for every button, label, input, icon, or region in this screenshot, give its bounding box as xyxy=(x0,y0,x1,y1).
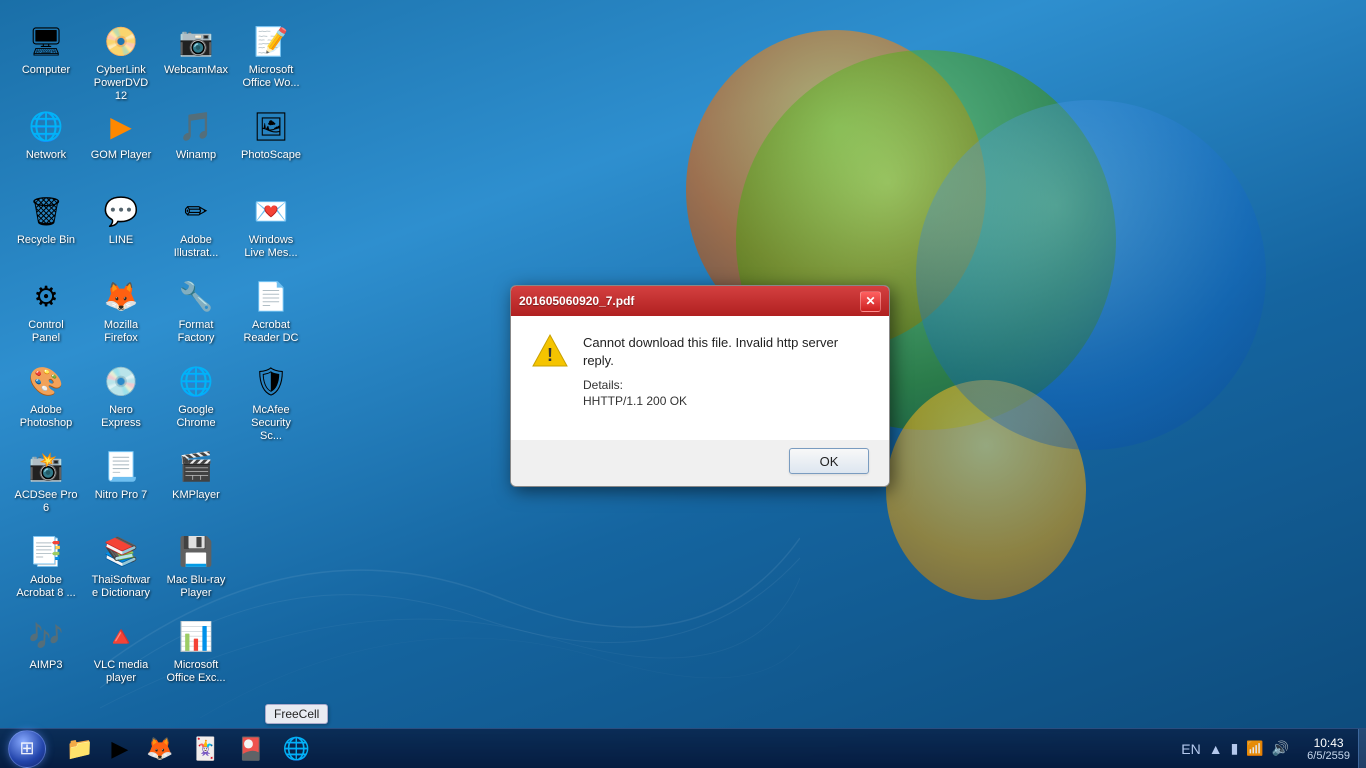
desktop-icon-photoscape[interactable]: 🖼 PhotoScape xyxy=(235,100,307,185)
taskbar-clock[interactable]: 10:43 6/5/2559 xyxy=(1299,729,1358,768)
taskbar: 📁 ▶ 🦊 🃏 🎴 🌐 EN ▲ ▮ 📶 🔊 10:43 6/5/2559 xyxy=(0,728,1366,768)
desktop-icon-controlpanel[interactable]: ⚙ Control Panel xyxy=(10,270,82,355)
desktop-icon-nero[interactable]: 💿 Nero Express xyxy=(85,355,157,440)
desktop-icon-mcafee[interactable]: 🛡 McAfee Security Sc... xyxy=(235,355,307,440)
svg-text:!: ! xyxy=(547,345,553,365)
desktop-icon-macbluray[interactable]: 💾 Mac Blu-ray Player xyxy=(160,525,232,610)
dialog-footer: OK xyxy=(511,440,889,486)
show-desktop-button[interactable] xyxy=(1358,729,1366,768)
desktop-icon-thaisoftware[interactable]: 📚 ThaiSoftware Dictionary xyxy=(85,525,157,610)
dialog-content: ! Cannot download this file. Invalid htt… xyxy=(531,334,869,408)
dialog-body: ! Cannot download this file. Invalid htt… xyxy=(511,316,889,440)
dialog-title: 201605060920_7.pdf xyxy=(519,294,860,308)
tray-language[interactable]: EN xyxy=(1179,741,1202,757)
desktop-icon-cyberlink[interactable]: 📀 CyberLink PowerDVD 12 xyxy=(85,15,157,100)
dialog-close-button[interactable]: ✕ xyxy=(860,291,881,312)
taskbar-system-tray: EN ▲ ▮ 📶 🔊 xyxy=(1171,729,1299,768)
desktop-icon-windowslive[interactable]: 💌 Windows Live Mes... xyxy=(235,185,307,270)
dialog-titlebar: 201605060920_7.pdf ✕ xyxy=(511,286,889,316)
dialog-details-value: HHTTP/1.1 200 OK xyxy=(583,394,869,408)
clock-date: 6/5/2559 xyxy=(1307,750,1350,762)
taskbar-solitaire-button[interactable]: 🎴 xyxy=(229,732,272,766)
desktop-icon-msoffice[interactable]: 📝 Microsoft Office Wo... xyxy=(235,15,307,100)
dialog-ok-button[interactable]: OK xyxy=(789,448,869,474)
desktop-icon-msofficeexcel[interactable]: 📊 Microsoft Office Exc... xyxy=(160,610,232,695)
desktop-icon-grid: 🖥 Computer 📀 CyberLink PowerDVD 12 📷 Web… xyxy=(5,10,315,768)
start-button[interactable] xyxy=(0,729,54,768)
desktop-icon-line[interactable]: 💬 LINE xyxy=(85,185,157,270)
desktop-icon-recycle[interactable]: 🗑 Recycle Bin xyxy=(10,185,82,270)
clock-time: 10:43 xyxy=(1314,736,1344,750)
desktop-icon-nitropro[interactable]: 📃 Nitro Pro 7 xyxy=(85,440,157,525)
dialog-message: Cannot download this file. Invalid http … xyxy=(583,334,869,408)
warning-triangle-svg: ! xyxy=(531,332,569,370)
taskbar-freecell-button[interactable]: 🃏 xyxy=(184,732,227,766)
tray-speaker-icon[interactable]: 🔊 xyxy=(1270,740,1291,757)
tray-battery-icon: ▮ xyxy=(1229,740,1241,757)
taskbar-pinned-icons: 📁 ▶ 🦊 🃏 🎴 🌐 xyxy=(54,732,318,766)
tray-signal-icon: 📶 xyxy=(1244,740,1265,757)
desktop-icon-computer[interactable]: 🖥 Computer xyxy=(10,15,82,100)
desktop-icon-vlc[interactable]: 🔺 VLC media player xyxy=(85,610,157,695)
desktop-icon-network[interactable]: 🌐 Network xyxy=(10,100,82,185)
desktop-icon-kmplayer[interactable]: 🎬 KMPlayer xyxy=(160,440,232,525)
desktop-icon-adobeacrobat[interactable]: 📑 Adobe Acrobat 8 ... xyxy=(10,525,82,610)
start-orb[interactable] xyxy=(8,730,46,768)
desktop-icon-formatfactory[interactable]: 🔧 Format Factory xyxy=(160,270,232,355)
error-dialog[interactable]: 201605060920_7.pdf ✕ ! Cannot downl xyxy=(510,285,890,487)
desktop-icon-gomplayer[interactable]: ▶ GOM Player xyxy=(85,100,157,185)
desktop-icon-photoshop[interactable]: 🎨 Adobe Photoshop xyxy=(10,355,82,440)
desktop-icon-aimp3[interactable]: 🎶 AIMP3 xyxy=(10,610,82,695)
desktop-icon-illustrator[interactable]: ✏ Adobe Illustrat... xyxy=(160,185,232,270)
dialog-details-label: Details: xyxy=(583,378,869,392)
desktop-icon-acdsee[interactable]: 📸 ACDSee Pro 6 xyxy=(10,440,82,525)
wallpaper-orb-blue xyxy=(916,100,1266,450)
taskbar-firefox-button[interactable]: 🦊 xyxy=(138,732,181,766)
desktop-icon-acrobatreader[interactable]: 📄 Acrobat Reader DC xyxy=(235,270,307,355)
taskbar-explorer-button[interactable]: 📁 xyxy=(58,732,101,766)
taskbar-ie-button[interactable]: 🌐 xyxy=(275,732,318,766)
taskbar-mediaplayer-button[interactable]: ▶ xyxy=(103,732,136,766)
tray-up-arrow[interactable]: ▲ xyxy=(1207,741,1225,757)
desktop-icon-webcammax[interactable]: 📷 WebcamMax xyxy=(160,15,232,100)
desktop-icon-chrome[interactable]: 🌐 Google Chrome xyxy=(160,355,232,440)
desktop-icon-winamp[interactable]: 🎵 Winamp xyxy=(160,100,232,185)
desktop: 🖥 Computer 📀 CyberLink PowerDVD 12 📷 Web… xyxy=(0,0,1366,768)
warning-icon: ! xyxy=(531,334,569,372)
desktop-icon-firefox[interactable]: 🦊 Mozilla Firefox xyxy=(85,270,157,355)
dialog-main-text: Cannot download this file. Invalid http … xyxy=(583,334,869,370)
